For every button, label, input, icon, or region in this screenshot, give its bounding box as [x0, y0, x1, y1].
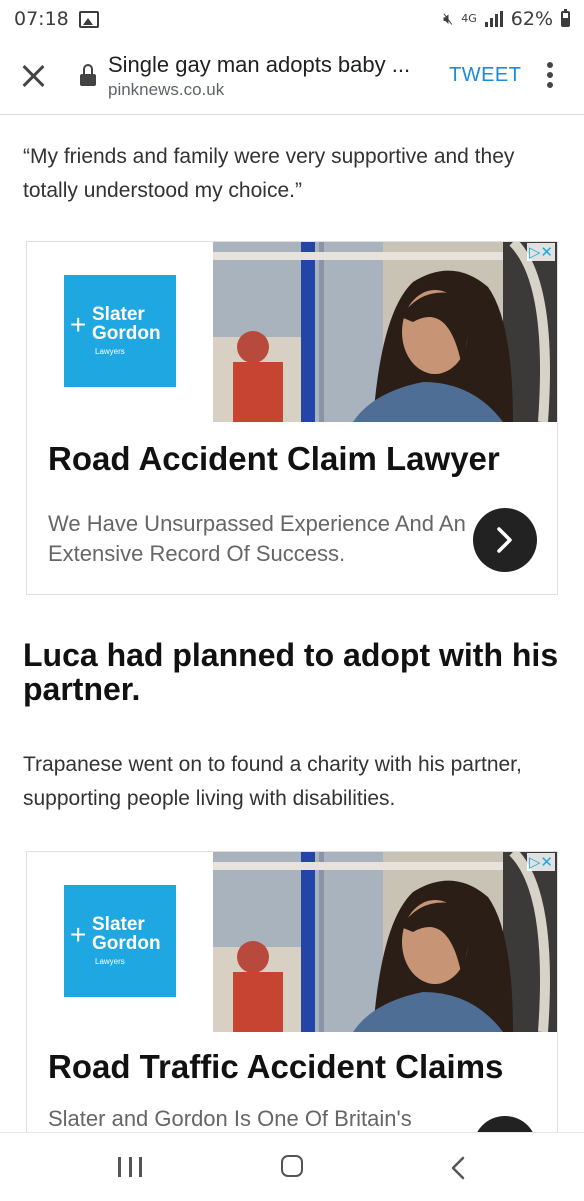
slater-gordon-logo[interactable]: + Slater Gordon Lawyers	[64, 885, 176, 997]
page-url[interactable]: pinknews.co.uk	[108, 80, 224, 100]
lock-icon[interactable]	[80, 64, 96, 86]
ad-open-button[interactable]	[473, 508, 537, 572]
close-icon[interactable]	[20, 62, 48, 90]
ad-image[interactable]: ▷✕	[213, 852, 557, 1032]
ad-description[interactable]: We Have Unsurpassed Experience And An Ex…	[48, 509, 468, 569]
chevron-right-icon	[497, 527, 512, 553]
ad-description[interactable]: Slater and Gordon Is One Of Britain's	[48, 1104, 468, 1134]
page-title[interactable]: Single gay man adopts baby ...	[108, 52, 410, 78]
ad-unit[interactable]: + Slater Gordon Lawyers ▷✕ Road Traffic …	[26, 851, 558, 1143]
status-time: 07:18	[14, 8, 69, 30]
network-type: 4G	[461, 12, 477, 25]
adchoices-icon[interactable]: ▷✕	[526, 243, 555, 261]
browser-toolbar: Single gay man adopts baby ... pinknews.…	[0, 40, 584, 115]
ad-unit[interactable]: + Slater Gordon Lawyers ▷✕ Road Accident…	[26, 241, 558, 595]
ad-headline[interactable]: Road Traffic Accident Claims	[48, 1048, 503, 1086]
overflow-menu-icon[interactable]	[546, 62, 554, 90]
battery-percent: 62%	[510, 8, 553, 30]
article-subheading: Luca had planned to adopt with his partn…	[23, 637, 559, 707]
signal-icon	[484, 11, 503, 27]
image-icon	[79, 11, 99, 28]
mute-icon: 🔇︎	[443, 9, 454, 28]
system-nav-bar	[0, 1132, 584, 1201]
status-bar: 07:18 🔇︎ 4G 62%	[0, 0, 584, 40]
home-icon[interactable]	[281, 1155, 303, 1177]
tweet-button[interactable]: TWEET	[449, 64, 522, 87]
ad-image[interactable]: ▷✕	[213, 242, 557, 422]
back-icon[interactable]	[450, 1155, 466, 1181]
adchoices-icon[interactable]: ▷✕	[526, 853, 555, 871]
slater-gordon-logo[interactable]: + Slater Gordon Lawyers	[64, 275, 176, 387]
ad-headline[interactable]: Road Accident Claim Lawyer	[48, 440, 500, 478]
battery-fill	[563, 17, 568, 25]
article-quote: “My friends and family were very support…	[23, 145, 515, 202]
recent-apps-icon[interactable]	[118, 1157, 142, 1177]
status-icons: 🔇︎ 4G 62%	[443, 8, 570, 30]
battery-icon	[561, 9, 570, 27]
article-paragraph: Trapanese went on to found a charity wit…	[23, 753, 522, 810]
